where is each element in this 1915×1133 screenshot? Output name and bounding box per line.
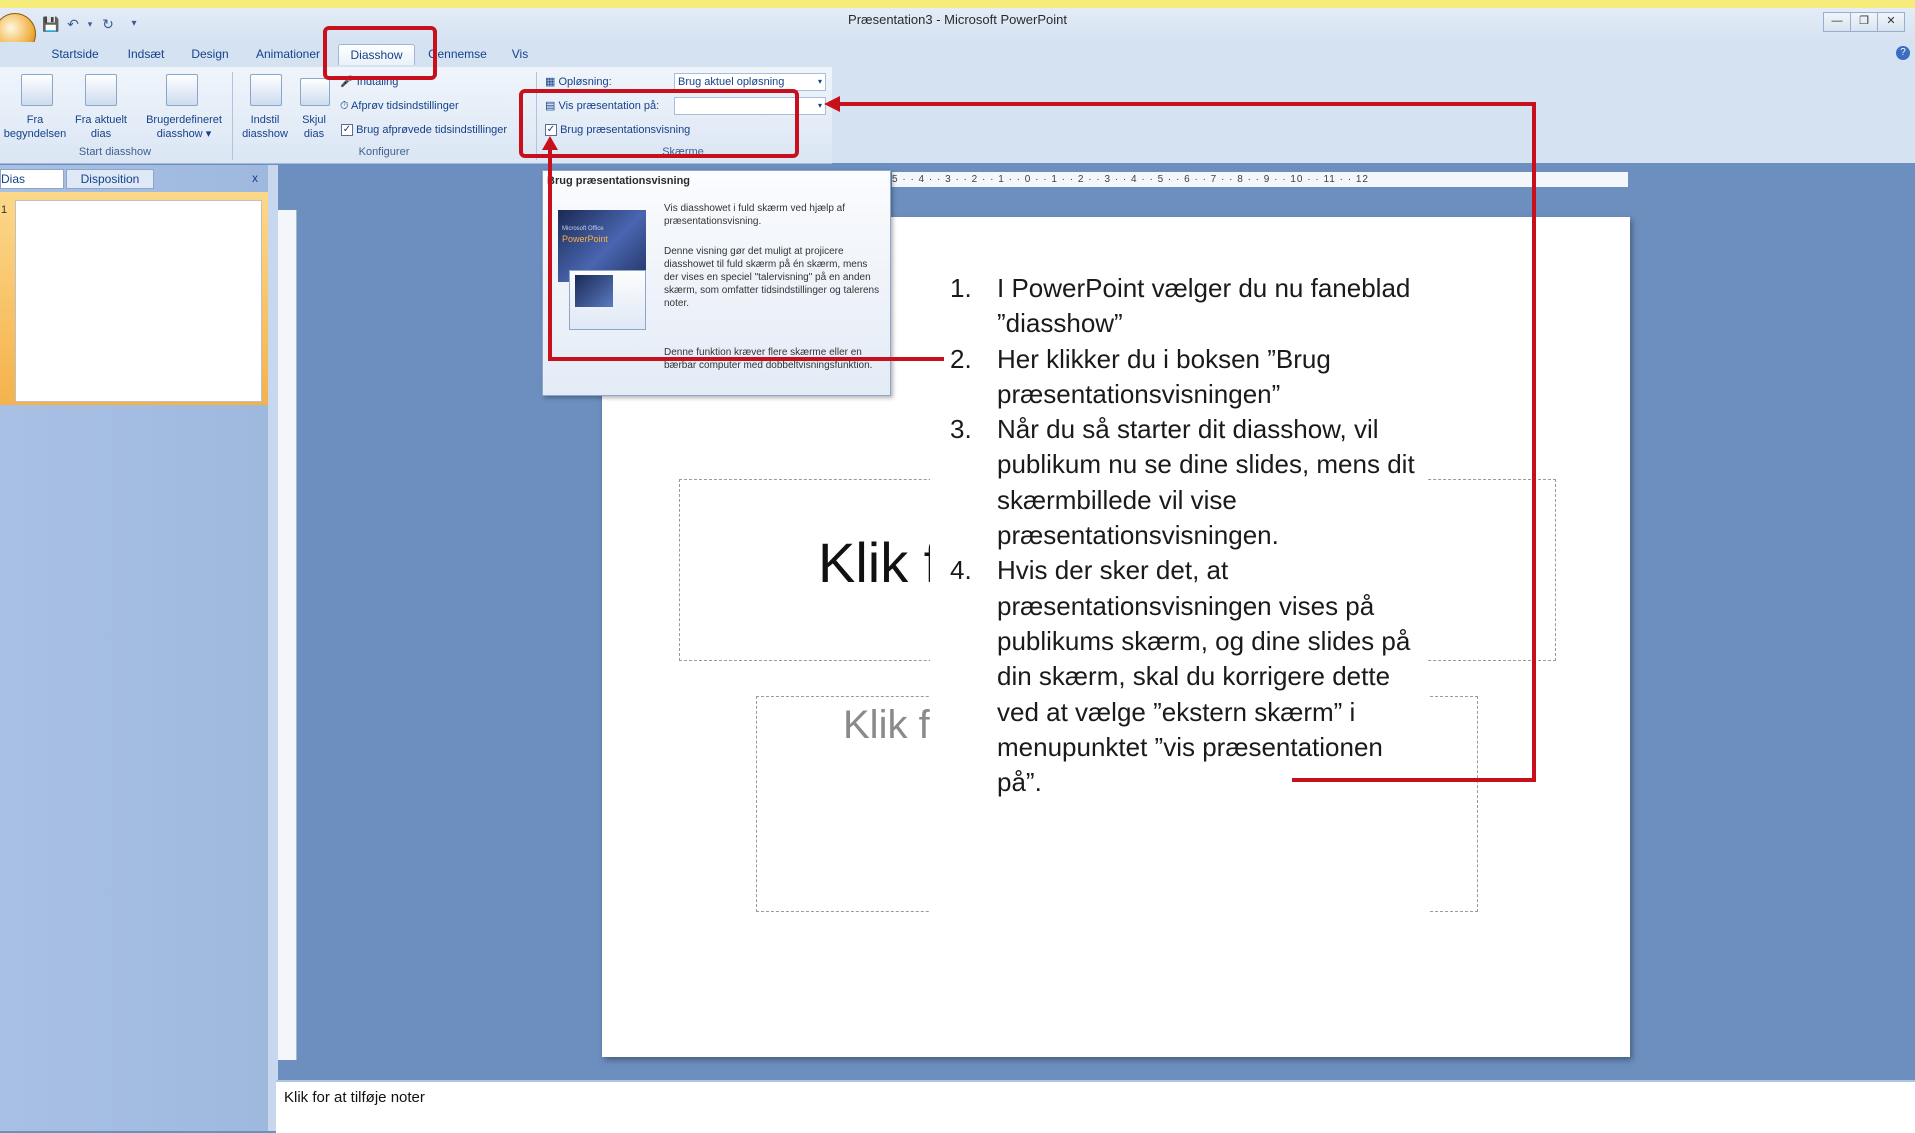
subtitle-placeholder-text: Klik f	[843, 703, 930, 747]
window-title: Præsentation3 - Microsoft PowerPoint	[848, 12, 1067, 27]
save-icon[interactable]: 💾	[42, 14, 60, 34]
brugerdefineret-label-1: Brugerdefineret	[146, 114, 222, 126]
highlight-diasshow-tab	[323, 26, 437, 80]
instruction-text: I PowerPoint vælger du nu faneblad ”dias…	[997, 273, 1411, 339]
tab-animationer[interactable]: Animationer	[248, 44, 328, 64]
tooltip-paragraph-2: Denne visning gør det muligt at projicer…	[664, 246, 880, 309]
arrow-4-top	[838, 102, 1536, 106]
brugerdefineret-label-2: diasshow	[156, 128, 203, 140]
instruction-item: 1. I PowerPoint vælger du nu faneblad ”di…	[945, 271, 1425, 342]
fra-begyndelsen-label-1: Fra	[26, 114, 44, 126]
fra-begyndelsen-label-2: begyndelsen	[3, 128, 67, 140]
instruction-text: Hvis der sker det, at præsentationsvisni…	[997, 555, 1411, 798]
tab-disposition[interactable]: Disposition	[66, 169, 154, 189]
ribbon-background	[832, 67, 1915, 163]
indstil-diasshow-button[interactable]: Indstil diasshow	[236, 113, 294, 141]
fra-begyndelsen-button[interactable]: Fra begyndelsen	[0, 113, 70, 141]
restore-button[interactable]: ❐	[1850, 12, 1878, 32]
instruction-text: Når du så starter dit diasshow, vil publ…	[997, 414, 1415, 551]
start-diasshow-group-label: Start diasshow	[78, 146, 152, 158]
notes-placeholder: Klik for at tilføje noter	[284, 1089, 425, 1106]
dropdown-icon: ▾	[817, 77, 822, 86]
brugerdefineret-diasshow-button[interactable]: Brugerdefineret diasshow ▾	[138, 113, 230, 141]
top-strip	[0, 0, 1915, 8]
timing-icon: ⏱	[340, 100, 349, 112]
konfigurer-group-label: Konfigurer	[358, 146, 410, 158]
redo-icon[interactable]: ↻	[98, 14, 118, 34]
slideshow-start-icon[interactable]	[21, 74, 53, 106]
dropdown-icon: ▾	[817, 101, 822, 110]
tab-design[interactable]: Design	[182, 44, 238, 64]
tooltip-title: Brug præsentationsvisning	[547, 175, 691, 187]
arrow-4-horizontal	[1292, 778, 1536, 782]
arrow-4-head-icon	[824, 96, 840, 112]
title-placeholder-text: Klik f	[818, 531, 940, 594]
instruction-item: 2. Her klikker du i boksen ”Brug præsenta…	[945, 342, 1425, 413]
instruction-list: 1. I PowerPoint vælger du nu faneblad ”di…	[945, 271, 1425, 800]
skjul-label-1: Skjul	[302, 114, 326, 126]
image-caption-1: Microsoft Office	[562, 226, 604, 232]
arrow-2-horizontal	[548, 357, 944, 361]
instruction-number: 2.	[950, 343, 972, 374]
indstil-label-2: diasshow	[242, 128, 288, 140]
tab-startside[interactable]: Startside	[40, 44, 110, 64]
close-pane-icon[interactable]: x	[252, 169, 264, 187]
arrow-2-head-icon	[542, 136, 558, 150]
pane-splitter[interactable]	[268, 165, 278, 1131]
help-icon[interactable]: ?	[1896, 46, 1910, 60]
slide-thumbnail[interactable]	[15, 200, 262, 402]
hide-slide-icon[interactable]	[300, 78, 330, 106]
checkbox-checked-icon: ✓	[341, 124, 353, 137]
afproev-label: Afprøv tidsindstillinger	[351, 100, 459, 112]
instruction-text: Her klikker du i boksen ”Brug præsentati…	[997, 343, 1331, 409]
fra-aktuelt-label-2: dias	[90, 128, 112, 140]
custom-slideshow-icon[interactable]	[166, 74, 198, 106]
highlight-skaerme-options	[519, 89, 799, 158]
afproev-tidsindstillinger-button[interactable]: ⏱ Afprøv tidsindstillinger	[340, 98, 459, 114]
image-caption-2: PowerPoint	[562, 234, 609, 244]
instruction-number: 3.	[950, 414, 972, 445]
presenter-slide-image	[575, 275, 613, 307]
instruction-number: 1.	[950, 273, 972, 303]
vertical-ruler	[278, 210, 297, 1060]
tab-vis[interactable]: Vis	[505, 44, 535, 64]
skjul-label-2: dias	[303, 128, 325, 140]
horizontal-ruler: 5 · · 4 · · 3 · · 2 · · 1 · · 0 · · 1 · …	[892, 172, 1628, 187]
fra-aktuelt-label-1: Fra aktuelt	[75, 114, 127, 126]
undo-dropdown-icon[interactable]: ▾	[84, 14, 96, 34]
undo-icon[interactable]: ↶	[64, 14, 82, 34]
fra-aktuelt-dias-button[interactable]: Fra aktuelt dias	[70, 113, 132, 141]
oploesning-text: Opløsning:	[558, 76, 612, 88]
resolution-icon: ▦	[545, 76, 556, 88]
setup-slideshow-icon[interactable]	[250, 74, 282, 106]
notes-pane[interactable]	[276, 1080, 1915, 1133]
brug-afproevede-checkbox[interactable]: ✓ Brug afprøvede tidsindstillinger	[341, 122, 521, 138]
brug-afproevede-label: Brug afprøvede tidsindstillinger	[356, 124, 508, 136]
slideshow-current-icon[interactable]	[85, 74, 117, 106]
oploesning-value: Brug aktuel opløsning	[678, 76, 785, 88]
minimize-button[interactable]: —	[1823, 12, 1851, 32]
group-separator	[232, 72, 233, 160]
instruction-item: 4. Hvis der sker det, at præsentationsvis…	[945, 553, 1425, 800]
tooltip-paragraph-1: Vis diasshowet i fuld skærm ved hjælp af…	[664, 203, 846, 227]
oploesning-label: ▦ Opløsning:	[545, 74, 612, 90]
dropdown-icon: ▾	[205, 128, 212, 140]
tab-dias[interactable]: Dias	[0, 169, 64, 189]
arrow-4-vertical	[1532, 102, 1536, 782]
instruction-item: 3. Når du så starter dit diasshow, vil pu…	[945, 412, 1425, 553]
slide-number: 1	[1, 204, 8, 216]
customize-icon[interactable]: ▾	[128, 14, 140, 34]
close-window-button[interactable]: ✕	[1877, 12, 1905, 32]
skjul-dias-button[interactable]: Skjul dias	[296, 113, 332, 141]
arrow-2-vertical	[548, 146, 552, 360]
instruction-number: 4.	[950, 555, 972, 586]
indstil-label-1: Indstil	[250, 114, 280, 126]
tab-indsaet[interactable]: Indsæt	[116, 44, 176, 64]
